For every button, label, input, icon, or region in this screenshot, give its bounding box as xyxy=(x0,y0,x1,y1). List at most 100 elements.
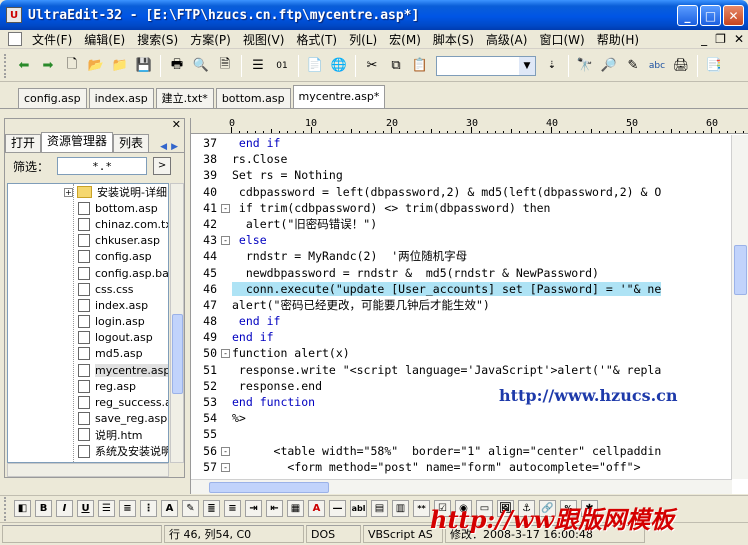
back-arrow-icon[interactable]: ⬅ xyxy=(13,55,35,77)
file-tab[interactable]: config.asp xyxy=(18,88,87,108)
password-field-icon[interactable]: ** xyxy=(413,500,430,517)
tree-file[interactable]: config.asp.bak xyxy=(8,265,168,281)
forward-arrow-icon[interactable]: ➡ xyxy=(37,55,59,77)
mdi-minimize-button[interactable]: _ xyxy=(701,32,707,46)
code-line[interactable]: 50- function alert(x) xyxy=(191,345,731,361)
edit-pen-icon[interactable]: ✎ xyxy=(182,500,199,517)
code-line[interactable]: 37 end if xyxy=(191,135,731,151)
tree-file[interactable]: chinaz.com.txt xyxy=(8,216,168,232)
tree-file[interactable]: 系统及安装说明 xyxy=(8,443,168,459)
chevron-down-icon[interactable]: ▼ xyxy=(519,56,535,75)
code-line-current[interactable]: 46 conn.execute("update [User_accounts] … xyxy=(191,281,731,297)
tree-file[interactable]: chkuser.asp xyxy=(8,233,168,249)
find-icon[interactable]: 🔭 xyxy=(574,55,596,77)
text-color-icon[interactable]: A xyxy=(308,500,325,517)
scrollbar-thumb[interactable] xyxy=(209,482,329,493)
maximize-button[interactable]: □ xyxy=(700,5,721,26)
tree-file[interactable]: bottom.asp xyxy=(8,200,168,216)
file-tab[interactable]: bottom.asp xyxy=(215,88,291,108)
code-line[interactable]: 54 %> xyxy=(191,410,731,426)
tree-file-selected[interactable]: mycentre.asp xyxy=(8,362,168,378)
indent-icon[interactable]: ⇥ xyxy=(245,500,262,517)
replace-icon[interactable]: ✎ xyxy=(622,55,644,77)
textarea-icon[interactable]: ▤ xyxy=(371,500,388,517)
cut-icon[interactable]: ✂ xyxy=(361,55,383,77)
menu-help[interactable]: 帮助(H) xyxy=(591,31,645,48)
tab-scroll-left-icon[interactable]: ◀ xyxy=(160,142,167,152)
code-line[interactable]: 51 response.write "<script language='Jav… xyxy=(191,362,731,378)
file-tab[interactable]: 建立.txt* xyxy=(155,88,214,108)
tree-file[interactable]: index.asp xyxy=(8,297,168,313)
fold-toggle[interactable]: - xyxy=(221,236,230,246)
mdi-close-button[interactable]: ✕ xyxy=(734,32,744,46)
tree-folder[interactable]: + 安装说明-详细 xyxy=(8,184,168,200)
fold-toggle[interactable]: - xyxy=(221,462,230,472)
page-setup-icon[interactable]: 🗎 xyxy=(214,55,236,77)
ordered-list-icon[interactable]: ⋮ xyxy=(140,500,157,517)
document-icon[interactable] xyxy=(8,32,22,46)
editor-vertical-scrollbar[interactable] xyxy=(731,135,748,479)
file-tab-active[interactable]: mycentre.asp* xyxy=(292,85,386,108)
dropdown-arrow-icon[interactable]: ⇣ xyxy=(541,55,563,77)
spell-check-icon[interactable]: abc xyxy=(646,55,668,77)
toolbar-grip[interactable] xyxy=(4,496,8,521)
code-editor[interactable]: 0 10 20 30 40 50 60 37 end if 38 rs.Close… xyxy=(190,118,748,494)
tree-file[interactable]: md5.asp xyxy=(8,346,168,362)
new-file-icon[interactable]: 🗋 xyxy=(61,55,83,77)
filter-input[interactable] xyxy=(57,157,148,175)
code-line[interactable]: 39 Set rs = Nothing xyxy=(191,167,731,183)
open-folder-icon[interactable]: 📂 xyxy=(85,55,107,77)
print-preview-icon[interactable]: 🔍 xyxy=(190,55,212,77)
menu-macro[interactable]: 宏(M) xyxy=(383,31,427,48)
menu-format[interactable]: 格式(T) xyxy=(290,31,343,48)
fold-toggle[interactable]: - xyxy=(221,446,230,456)
code-line[interactable]: 43- else xyxy=(191,232,731,248)
align-center-icon[interactable]: ≣ xyxy=(203,500,220,517)
code-line[interactable]: 49 end if xyxy=(191,329,731,345)
scrollbar-thumb[interactable] xyxy=(734,245,747,295)
tab-open[interactable]: 打开 xyxy=(5,134,42,152)
menu-column[interactable]: 列(L) xyxy=(343,31,383,48)
code-line[interactable]: 45 newdbpassword = rndstr & md5(rndstr &… xyxy=(191,265,731,281)
tab-list[interactable]: 列表 xyxy=(113,134,150,152)
browser-view-icon[interactable]: 🌐 xyxy=(328,55,350,77)
menu-view[interactable]: 视图(V) xyxy=(237,31,291,48)
fold-toggle[interactable]: - xyxy=(221,203,230,213)
tree-file[interactable]: css.css xyxy=(8,281,168,297)
html-icon[interactable]: ◧ xyxy=(14,500,31,517)
italic-icon[interactable]: I xyxy=(56,500,73,517)
bold-icon[interactable]: B xyxy=(35,500,52,517)
menu-script[interactable]: 脚本(S) xyxy=(427,31,480,48)
align-left-icon[interactable]: ☰ xyxy=(98,500,115,517)
panel-close-icon[interactable]: ✕ xyxy=(172,118,181,131)
tree-file[interactable]: reg_success.asp xyxy=(8,394,168,410)
tab-scroll-right-icon[interactable]: ▶ xyxy=(171,142,178,152)
clipboard-combo[interactable]: ▼ xyxy=(436,55,536,76)
word-wrap-icon[interactable]: ☰ xyxy=(247,55,269,77)
tab-explorer[interactable]: 资源管理器 xyxy=(41,132,114,152)
print-icon[interactable]: 🖶 xyxy=(166,55,188,77)
listbox-icon[interactable]: ▥ xyxy=(392,500,409,517)
table-icon[interactable]: ▦ xyxy=(287,500,304,517)
tree-horizontal-scrollbar[interactable] xyxy=(7,463,169,477)
print-icon[interactable]: 🖨 xyxy=(670,55,692,77)
find-next-icon[interactable]: 🔎 xyxy=(598,55,620,77)
mdi-restore-button[interactable]: ❐ xyxy=(715,32,726,46)
label-icon[interactable]: abl xyxy=(350,500,367,517)
code-line[interactable]: 38 rs.Close xyxy=(191,151,731,167)
tree-vertical-scrollbar[interactable] xyxy=(170,183,184,463)
horizontal-rule-icon[interactable]: — xyxy=(329,500,346,517)
copy-icon[interactable]: ⧉ xyxy=(385,55,407,77)
menu-window[interactable]: 窗口(W) xyxy=(533,31,590,48)
code-area[interactable]: 37 end if 38 rs.Close 39 Set rs = Nothing … xyxy=(191,135,731,479)
hex-mode-icon[interactable]: 01 xyxy=(271,55,293,77)
open-recent-icon[interactable]: 📁 xyxy=(109,55,131,77)
code-line[interactable]: 55 xyxy=(191,426,731,442)
align-right-icon[interactable]: ≡ xyxy=(224,500,241,517)
editor-horizontal-scrollbar[interactable] xyxy=(191,479,732,494)
paste-icon[interactable]: 📋 xyxy=(409,55,431,77)
expand-icon[interactable]: + xyxy=(64,187,73,197)
tree-file[interactable]: save_reg.asp xyxy=(8,411,168,427)
document-properties-icon[interactable]: 📄 xyxy=(304,55,326,77)
code-line[interactable]: 44 rndstr = MyRandc(2) '两位随机字母 xyxy=(191,248,731,264)
